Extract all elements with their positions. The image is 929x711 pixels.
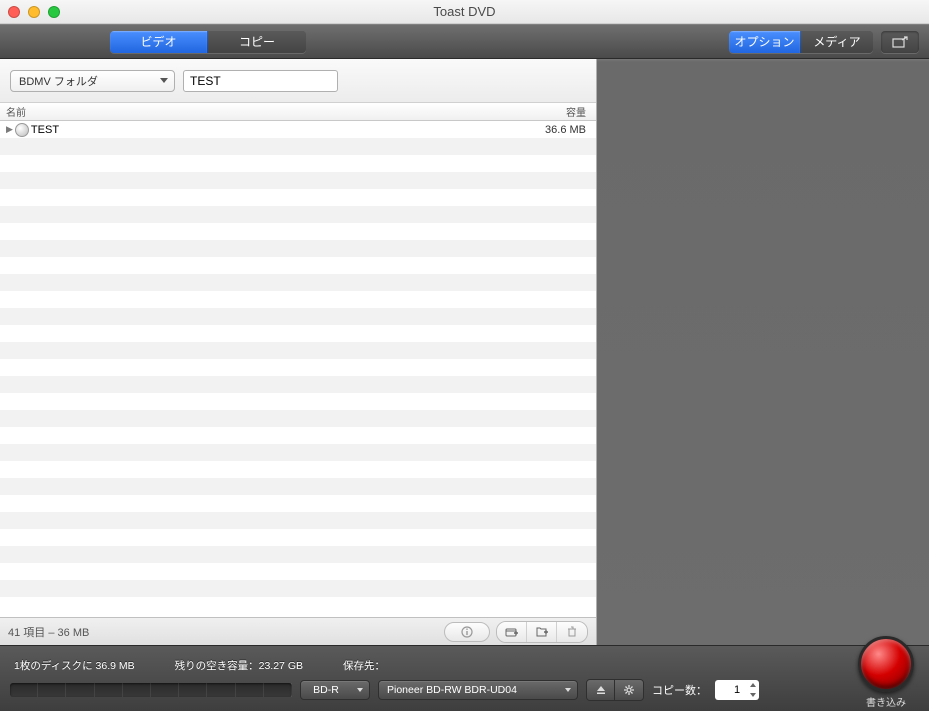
- table-row[interactable]: [0, 291, 596, 308]
- minimize-window-button[interactable]: [28, 6, 40, 18]
- table-row[interactable]: [0, 172, 596, 189]
- table-row[interactable]: [0, 461, 596, 478]
- table-row[interactable]: ▶ TEST36.6 MB: [0, 121, 596, 138]
- tab-option[interactable]: オプション: [729, 31, 801, 53]
- table-row[interactable]: [0, 274, 596, 291]
- zoom-window-button[interactable]: [48, 6, 60, 18]
- table-row[interactable]: [0, 325, 596, 342]
- copies-label: コピー数：: [652, 682, 707, 698]
- table-row[interactable]: [0, 189, 596, 206]
- main-toolbar: ビデオ コピー オプション メディア: [0, 24, 929, 59]
- burn-button[interactable]: [858, 636, 914, 692]
- export-icon-button[interactable]: [881, 31, 919, 53]
- table-row[interactable]: [0, 155, 596, 172]
- table-row[interactable]: [0, 512, 596, 529]
- table-row[interactable]: [0, 427, 596, 444]
- side-panel: [597, 59, 929, 645]
- folder-type-dropdown[interactable]: BDMV フォルダ: [10, 70, 175, 92]
- disc-type-select[interactable]: BD-R: [300, 680, 370, 700]
- disc-usage-label: 1枚のディスクに 36.9 MB: [14, 658, 135, 673]
- add-button[interactable]: [497, 622, 527, 642]
- info-button[interactable]: [444, 622, 490, 642]
- list-action-group: [496, 621, 588, 643]
- right-segment: オプション メディア: [729, 31, 873, 53]
- drive-actions: [586, 679, 644, 701]
- table-row[interactable]: [0, 546, 596, 563]
- main-panel: BDMV フォルダ 名前 容量 ▶ TEST36.6 MB 41 項目 – 36 …: [0, 59, 597, 645]
- traffic-lights: [8, 6, 60, 18]
- capacity-bar: [10, 683, 292, 697]
- save-to-label: 保存先：: [343, 658, 385, 673]
- table-row[interactable]: [0, 206, 596, 223]
- table-row[interactable]: [0, 308, 596, 325]
- eject-button[interactable]: [587, 680, 615, 700]
- burn-label: 書き込み: [866, 694, 906, 709]
- bottom-bar: 1枚のディスクに 36.9 MB 残りの空き容量：23.27 GB 保存先： B…: [0, 645, 929, 711]
- disc-icon: [15, 123, 29, 137]
- tab-copy[interactable]: コピー: [208, 31, 306, 53]
- remaining-space-label: 残りの空き容量：23.27 GB: [175, 658, 303, 673]
- table-row[interactable]: [0, 478, 596, 495]
- item-summary: 41 項目 – 36 MB: [8, 624, 89, 640]
- table-row[interactable]: [0, 223, 596, 240]
- source-controls: BDMV フォルダ: [0, 59, 596, 103]
- table-row[interactable]: [0, 376, 596, 393]
- copies-stepper[interactable]: 1: [715, 680, 759, 700]
- column-size[interactable]: 容量: [526, 104, 596, 119]
- list-footer: 41 項目 – 36 MB: [0, 617, 596, 645]
- table-row[interactable]: [0, 529, 596, 546]
- table-row[interactable]: [0, 563, 596, 580]
- tab-media[interactable]: メディア: [801, 31, 873, 53]
- table-row[interactable]: [0, 342, 596, 359]
- window-title: Toast DVD: [433, 4, 495, 19]
- table-row[interactable]: [0, 393, 596, 410]
- table-row[interactable]: [0, 444, 596, 461]
- close-window-button[interactable]: [8, 6, 20, 18]
- item-size: 36.6 MB: [516, 124, 596, 136]
- table-row[interactable]: [0, 240, 596, 257]
- table-row[interactable]: [0, 257, 596, 274]
- remove-button[interactable]: [557, 622, 587, 642]
- file-list[interactable]: ▶ TEST36.6 MB: [0, 121, 596, 617]
- item-name: TEST: [31, 124, 516, 136]
- titlebar: Toast DVD: [0, 0, 929, 24]
- table-row[interactable]: [0, 359, 596, 376]
- disc-name-input[interactable]: [183, 70, 338, 92]
- drive-select[interactable]: Pioneer BD-RW BDR-UD04: [378, 680, 578, 700]
- new-folder-button[interactable]: [527, 622, 557, 642]
- table-row[interactable]: [0, 138, 596, 155]
- column-name[interactable]: 名前: [0, 104, 526, 119]
- table-row[interactable]: [0, 410, 596, 427]
- table-row[interactable]: [0, 495, 596, 512]
- table-row[interactable]: [0, 580, 596, 597]
- tab-video[interactable]: ビデオ: [110, 31, 208, 53]
- list-header: 名前 容量: [0, 103, 596, 121]
- mode-segment: ビデオ コピー: [110, 31, 306, 53]
- disclosure-triangle-icon[interactable]: ▶: [6, 124, 13, 135]
- settings-button[interactable]: [615, 680, 643, 700]
